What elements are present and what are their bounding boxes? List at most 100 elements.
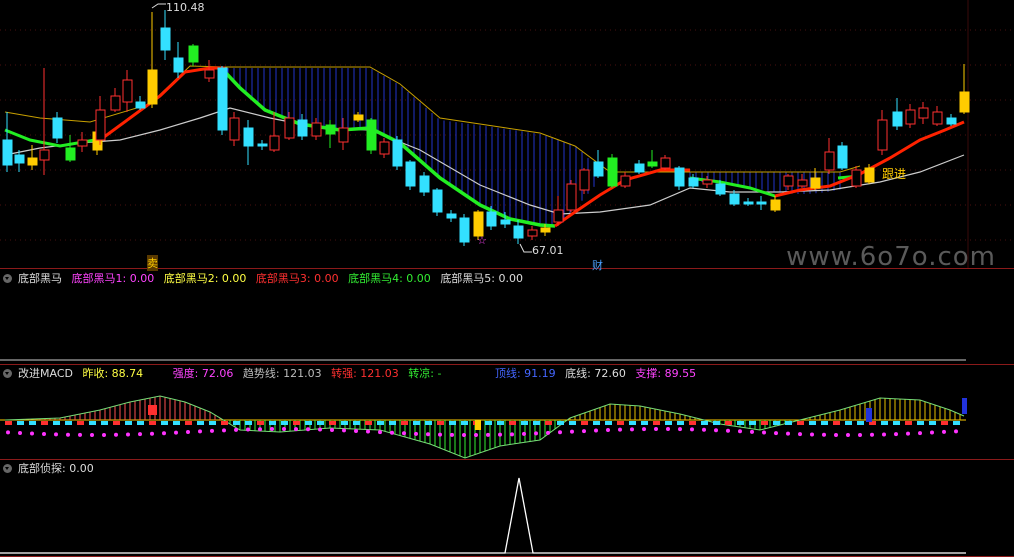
candle-body <box>229 117 240 141</box>
high-pointer <box>151 3 166 9</box>
support-dot <box>714 428 718 433</box>
macd-histogram <box>149 421 156 425</box>
support-dot <box>6 430 10 435</box>
support-dot <box>894 432 898 437</box>
support-dot <box>150 431 154 436</box>
macd-histogram <box>197 421 204 425</box>
candle-body <box>14 154 25 164</box>
support-dot <box>798 432 802 437</box>
candle-body <box>486 211 497 227</box>
macd-histogram <box>533 421 540 425</box>
indicator-value: : 0.00 <box>62 462 94 475</box>
support-dot <box>630 427 634 432</box>
support-dot <box>66 432 70 437</box>
candle-body <box>297 119 308 137</box>
candle-body <box>147 69 158 105</box>
macd-histogram <box>689 421 696 425</box>
support-dot <box>822 432 826 437</box>
macd-histogram <box>785 421 792 425</box>
support-dot <box>786 431 790 436</box>
collapse-icon[interactable] <box>3 369 12 378</box>
macd-histogram <box>413 421 420 425</box>
macd-histogram <box>209 421 216 425</box>
support-dot <box>774 431 778 436</box>
support-dot <box>126 432 130 437</box>
candle-body <box>824 151 835 171</box>
sell-marker: 卖 <box>147 255 158 271</box>
support-dot <box>498 432 502 437</box>
support-dot <box>306 427 310 432</box>
macd-histogram <box>581 421 588 425</box>
candle-body <box>432 189 443 213</box>
support-dot <box>882 432 886 437</box>
macd-histogram <box>797 421 804 425</box>
support-dot <box>738 429 742 434</box>
macd-histogram <box>725 421 732 425</box>
support-dot <box>330 427 334 432</box>
candle-body <box>513 225 524 239</box>
macd-histogram <box>365 421 372 425</box>
macd-histogram <box>905 421 912 425</box>
macd-histogram <box>17 421 24 425</box>
support-dot <box>666 427 670 432</box>
support-dot <box>162 431 166 436</box>
candle-body <box>204 69 215 79</box>
support-dot <box>234 427 238 432</box>
support-dot <box>294 427 298 432</box>
support-dot <box>390 430 394 435</box>
macd-histogram <box>449 421 456 425</box>
support-dot <box>858 432 862 437</box>
support-dot <box>402 431 406 436</box>
macd-histogram <box>221 421 228 425</box>
macd-histogram <box>341 421 348 425</box>
candle-body <box>959 91 970 113</box>
support-dot <box>318 427 322 432</box>
support-dot <box>222 428 226 433</box>
candle-body <box>366 119 377 151</box>
support-dot <box>690 427 694 432</box>
macd-histogram <box>713 421 720 425</box>
candle-body <box>122 79 133 103</box>
support-dot <box>78 432 82 437</box>
support-dot <box>726 428 730 433</box>
support-dot <box>186 430 190 435</box>
candle-body <box>946 117 957 125</box>
candle-body <box>379 141 390 155</box>
support-dot <box>930 430 934 435</box>
support-dot <box>258 427 262 432</box>
follow-marker: 跟进 <box>882 167 907 181</box>
candle-body <box>553 209 564 223</box>
macd-histogram <box>653 421 660 425</box>
candle-body <box>473 211 484 237</box>
collapse-icon[interactable] <box>3 274 12 283</box>
macd-histogram <box>113 421 120 425</box>
candle-body <box>579 169 590 191</box>
macd-histogram <box>521 421 528 425</box>
support-dot <box>366 429 370 434</box>
candle-body <box>52 117 63 139</box>
candle-body <box>837 145 848 169</box>
support-dot <box>834 432 838 437</box>
macd-histogram <box>677 421 684 425</box>
candle-body <box>173 57 184 73</box>
indicator-value: 底部黑马2: 0.00 <box>163 272 247 285</box>
support-dot <box>138 432 142 437</box>
support-dot <box>90 432 94 437</box>
support-dot <box>354 428 358 433</box>
candle-body <box>405 161 416 187</box>
candle-body <box>217 67 228 131</box>
candle-body <box>2 139 13 166</box>
candle-body <box>729 193 740 205</box>
candle-body <box>110 95 121 111</box>
support-dot <box>942 429 946 434</box>
macd-histogram <box>509 421 516 425</box>
support-dot <box>906 431 910 436</box>
support-dot <box>486 432 490 437</box>
macd-histogram <box>269 421 276 425</box>
support-dot <box>618 427 622 432</box>
support-dot <box>18 430 22 435</box>
macd-histogram <box>101 421 108 425</box>
indicator-value: 趋势线: 121.03 <box>242 367 322 380</box>
collapse-icon[interactable] <box>3 464 12 473</box>
candle-body <box>419 175 430 193</box>
